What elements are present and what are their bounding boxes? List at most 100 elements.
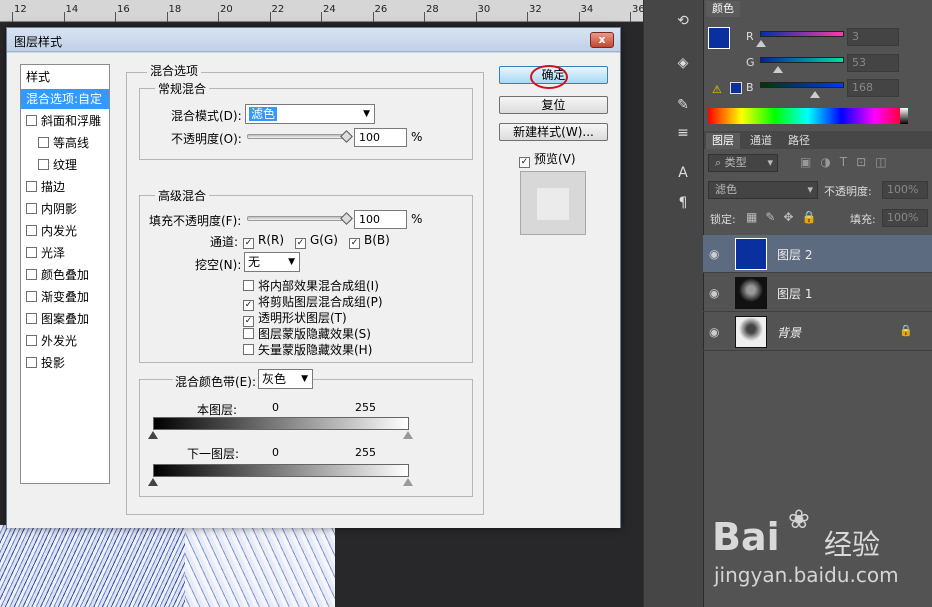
- advanced-option[interactable]: 矢量蒙版隐藏效果(H): [243, 341, 372, 358]
- channel-b-label: B(B): [364, 233, 390, 247]
- layer-style-dialog: 图层样式 x 样式 混合选项:自定 斜面和浮雕 等高线 纹理 描边 内阴影 内发光 光泽 颜色叠…: [6, 27, 621, 528]
- underlying-black-slider[interactable]: [148, 478, 158, 486]
- channel-slider-r[interactable]: [760, 31, 844, 37]
- fill-opacity-slider[interactable]: [247, 216, 349, 221]
- layer-name: 图层 1: [777, 287, 813, 301]
- style-item-label: 颜色叠加: [41, 268, 90, 282]
- layer-row-background[interactable]: ◉ 背景 🔒: [703, 313, 932, 351]
- advanced-option[interactable]: 将内部效果混合成组(I): [243, 277, 379, 294]
- style-item[interactable]: 外发光: [21, 331, 109, 351]
- chevron-down-icon: ▼: [301, 374, 308, 384]
- checkbox-icon[interactable]: [243, 280, 254, 291]
- channel-r-checkbox[interactable]: ✓ R(R): [243, 233, 284, 249]
- knockout-select[interactable]: 无 ▼: [244, 252, 300, 272]
- eye-icon[interactable]: ◉: [709, 325, 719, 339]
- brush-presets-icon[interactable]: ≡: [672, 122, 694, 144]
- paragraph-icon[interactable]: ¶: [672, 192, 694, 214]
- style-item[interactable]: 描边: [21, 177, 109, 197]
- checkbox-icon[interactable]: ✓: [349, 238, 360, 249]
- checkbox-icon[interactable]: [26, 313, 37, 324]
- channel-value-b[interactable]: 168: [847, 79, 899, 97]
- dialog-titlebar[interactable]: 图层样式 x: [7, 28, 620, 52]
- style-item[interactable]: 渐变叠加: [21, 287, 109, 307]
- close-button[interactable]: x: [590, 32, 614, 48]
- history-icon[interactable]: ⟲: [672, 10, 694, 32]
- style-item[interactable]: 投影: [21, 353, 109, 373]
- channel-g-checkbox[interactable]: ✓ G(G): [295, 233, 338, 249]
- tab-layers[interactable]: 图层: [706, 133, 740, 149]
- blend-if-select[interactable]: 灰色 ▼: [258, 369, 313, 389]
- checkbox-icon[interactable]: ✓: [519, 157, 530, 168]
- channel-slider-thumb[interactable]: [810, 91, 821, 98]
- style-item[interactable]: 混合选项:自定: [21, 89, 109, 109]
- style-item[interactable]: 斜面和浮雕: [21, 111, 109, 131]
- character-icon[interactable]: A: [672, 162, 694, 184]
- style-item[interactable]: 颜色叠加: [21, 265, 109, 285]
- checkbox-icon[interactable]: [26, 291, 37, 302]
- layer-row-2[interactable]: ◉ 图层 2: [703, 235, 932, 273]
- web-safe-swatch[interactable]: [730, 82, 742, 94]
- lock-icons[interactable]: ▦✎✥🔒: [746, 210, 824, 224]
- checkbox-icon[interactable]: [26, 225, 37, 236]
- style-item[interactable]: 等高线: [21, 133, 109, 153]
- layer-fill-input[interactable]: 100%: [882, 209, 928, 227]
- opacity-slider[interactable]: [247, 134, 349, 139]
- tab-color[interactable]: 颜色: [706, 1, 740, 17]
- channel-value-r[interactable]: 3: [847, 28, 899, 46]
- underlying-white-slider[interactable]: [403, 478, 413, 486]
- new-style-button[interactable]: 新建样式(W)...: [499, 123, 608, 141]
- paw-icon: ❀: [788, 505, 810, 535]
- brush-icon[interactable]: ✎: [672, 94, 694, 116]
- advanced-option[interactable]: 图层蒙版隐藏效果(S): [243, 325, 371, 342]
- checkbox-icon[interactable]: [243, 344, 254, 355]
- layer-opacity-input[interactable]: 100%: [882, 181, 928, 199]
- style-item[interactable]: 内发光: [21, 221, 109, 241]
- layer-blend-mode-select[interactable]: 滤色 ▾: [708, 181, 818, 199]
- checkbox-icon[interactable]: ✓: [295, 238, 306, 249]
- reset-button[interactable]: 复位: [499, 96, 608, 114]
- checkbox-icon[interactable]: [243, 328, 254, 339]
- checkbox-icon[interactable]: [26, 357, 37, 368]
- tab-channels[interactable]: 通道: [744, 133, 778, 149]
- this-layer-black-slider[interactable]: [148, 431, 158, 439]
- checkbox-icon[interactable]: [26, 269, 37, 280]
- tab-paths[interactable]: 路径: [782, 133, 816, 149]
- channel-slider-b[interactable]: [760, 82, 844, 88]
- channel-slider-thumb[interactable]: [755, 40, 766, 47]
- layer-row-1[interactable]: ◉ 图层 1: [703, 274, 932, 312]
- layer-filter-icons[interactable]: ▣◑T⊡◫: [800, 155, 896, 169]
- checkbox-icon[interactable]: [26, 115, 37, 126]
- blend-mode-select[interactable]: 滤色 ▼: [245, 104, 375, 124]
- checkbox-icon[interactable]: [26, 181, 37, 192]
- general-blending-group: [139, 88, 473, 160]
- preview-checkbox[interactable]: ✓ 预览(V): [519, 150, 576, 168]
- checkbox-icon[interactable]: ✓: [243, 238, 254, 249]
- checkbox-icon[interactable]: [26, 247, 37, 258]
- style-item[interactable]: 图案叠加: [21, 309, 109, 329]
- color-spectrum-ramp[interactable]: [708, 108, 908, 124]
- opacity-input[interactable]: 100: [354, 128, 407, 147]
- this-layer-white-slider[interactable]: [403, 431, 413, 439]
- ruler-tick-label: 12: [14, 4, 27, 15]
- channel-value-g[interactable]: 53: [847, 54, 899, 72]
- channel-b-checkbox[interactable]: ✓ B(B): [349, 233, 390, 249]
- channel-label-b: B: [746, 81, 754, 94]
- checkbox-icon[interactable]: [26, 335, 37, 346]
- 3d-cube-icon[interactable]: ◈: [672, 52, 694, 74]
- ruler-tick-label: 20: [220, 4, 233, 15]
- style-item[interactable]: 纹理: [21, 155, 109, 175]
- checkbox-icon[interactable]: [38, 137, 49, 148]
- gray-ramp[interactable]: [900, 108, 908, 124]
- foreground-swatch[interactable]: [708, 27, 730, 49]
- eye-icon[interactable]: ◉: [709, 286, 719, 300]
- style-item-label: 投影: [41, 356, 66, 370]
- channel-slider-g[interactable]: [760, 57, 844, 63]
- checkbox-icon[interactable]: [26, 203, 37, 214]
- layer-filter-select[interactable]: ⌕ 类型 ▾: [708, 154, 778, 172]
- channel-slider-thumb[interactable]: [772, 66, 783, 73]
- eye-icon[interactable]: ◉: [709, 247, 719, 261]
- style-item[interactable]: 内阴影: [21, 199, 109, 219]
- checkbox-icon[interactable]: [38, 159, 49, 170]
- style-item[interactable]: 光泽: [21, 243, 109, 263]
- fill-opacity-input[interactable]: 100: [354, 210, 407, 229]
